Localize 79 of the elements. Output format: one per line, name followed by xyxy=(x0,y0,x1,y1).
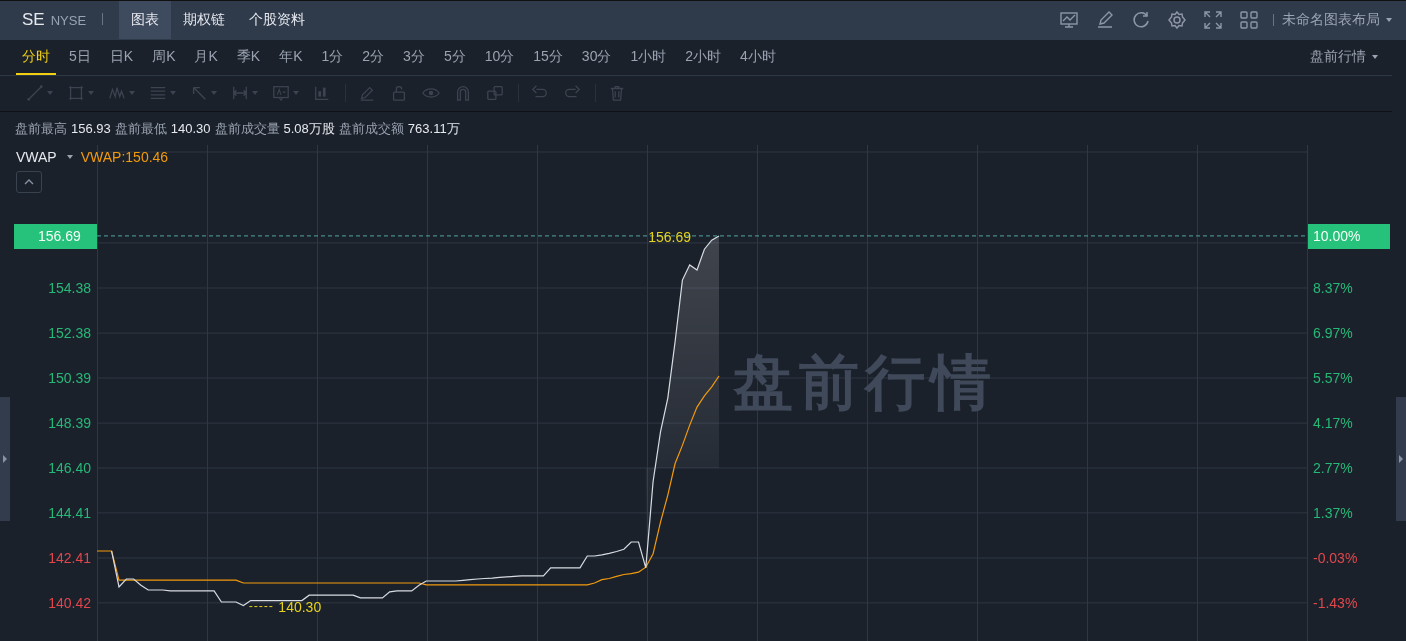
stat-label: 盘前成交额 xyxy=(338,119,404,138)
caret-icon xyxy=(1386,18,1392,23)
stat-value: 156.93 xyxy=(71,121,111,137)
collapse-button[interactable] xyxy=(16,171,42,193)
period-tab[interactable]: 周K xyxy=(146,39,182,75)
side-handle[interactable] xyxy=(1396,397,1406,521)
stat-value: 5.08万股 xyxy=(283,119,335,138)
percent-axis-label: 8.37% xyxy=(1313,279,1353,297)
magnet-icon[interactable] xyxy=(454,84,472,103)
pencil-icon[interactable] xyxy=(358,84,376,103)
high-price-label: 156.69 xyxy=(648,228,691,245)
period-tab[interactable]: 月K xyxy=(188,39,224,75)
chevron-up-icon xyxy=(24,179,34,185)
monitor-chart-icon[interactable] xyxy=(1059,10,1079,31)
rectangle-tool-icon[interactable] xyxy=(67,84,85,103)
session-menu[interactable]: 盘前行情 xyxy=(1310,48,1378,67)
percent-axis-label: -0.03% xyxy=(1313,549,1358,567)
period-tab[interactable]: 10分 xyxy=(478,39,521,75)
exchange-label: NYSE xyxy=(50,13,87,29)
period-tab[interactable]: 1小时 xyxy=(624,39,673,75)
period-tab[interactable]: 5日 xyxy=(63,39,97,75)
nav-tab[interactable]: 期权链 xyxy=(171,1,238,40)
layers-icon[interactable] xyxy=(486,84,504,103)
trash-icon[interactable] xyxy=(608,84,626,103)
percent-axis-label: 6.97% xyxy=(1313,324,1353,343)
lock-icon[interactable] xyxy=(390,84,408,103)
pencil-edit-icon[interactable] xyxy=(1095,10,1115,31)
stat-label: 盘前最低 xyxy=(114,119,167,138)
low-price-label: 140.30 xyxy=(278,598,322,615)
grid-layout-icon[interactable] xyxy=(1239,10,1259,31)
refresh-icon[interactable] xyxy=(1131,10,1151,31)
price-axis-label: 154.38 xyxy=(48,279,91,297)
period-tab[interactable]: 15分 xyxy=(527,39,569,75)
current-percent-tag: 10.00% xyxy=(1308,223,1390,249)
period-tab[interactable]: 2小时 xyxy=(679,39,728,75)
settings-icon[interactable] xyxy=(1167,10,1187,31)
percent-axis-label: 2.77% xyxy=(1313,459,1353,477)
side-handle[interactable] xyxy=(0,397,10,521)
price-axis-label: 140.42 xyxy=(48,593,91,612)
period-tab[interactable]: 2分 xyxy=(356,39,391,75)
stat-value: 763.11万 xyxy=(407,119,460,138)
price-axis-label: 148.39 xyxy=(48,414,91,433)
fullscreen-icon[interactable] xyxy=(1203,10,1223,31)
period-tab[interactable]: 1分 xyxy=(315,39,350,75)
indicator-menu[interactable]: VWAP xyxy=(16,149,73,165)
line-tool-icon[interactable] xyxy=(26,84,44,103)
period-tab[interactable]: 4小时 xyxy=(734,39,782,75)
stat-label: 盘前最高 xyxy=(15,119,67,138)
indicator-value: VWAP:150.46 xyxy=(80,149,169,165)
stat-value: 140.30 xyxy=(170,121,211,137)
period-tab[interactable]: 季K xyxy=(230,39,267,75)
current-price-tag: 156.69 xyxy=(14,223,97,249)
caret-icon xyxy=(1372,55,1378,60)
period-tab[interactable]: 30分 xyxy=(575,39,618,75)
stock-symbol: SE xyxy=(22,10,45,31)
stat-label: 盘前成交量 xyxy=(214,119,280,138)
period-tab[interactable]: 3分 xyxy=(397,39,431,75)
period-tab[interactable]: 日K xyxy=(103,39,140,75)
leader-line xyxy=(248,606,274,608)
period-tab[interactable]: 年K xyxy=(273,39,309,75)
price-axis-label: 144.41 xyxy=(48,503,91,522)
price-axis-label: 150.39 xyxy=(48,369,91,387)
percent-axis-label: -1.43% xyxy=(1313,593,1358,612)
price-axis-label: 142.41 xyxy=(48,549,91,567)
bar-chart-icon[interactable] xyxy=(313,84,331,103)
nav-tab[interactable]: 图表 xyxy=(119,1,172,40)
percent-axis-label: 1.37% xyxy=(1313,503,1353,522)
price-axis-label: 146.40 xyxy=(48,459,91,477)
expand-icon xyxy=(1398,455,1404,463)
percent-axis-label: 5.57% xyxy=(1313,369,1353,387)
period-tab[interactable]: 5分 xyxy=(437,39,472,75)
period-tab[interactable]: 分时 xyxy=(16,39,56,75)
caret-icon xyxy=(66,155,73,159)
percent-axis-label: 4.17% xyxy=(1313,414,1353,433)
expand-icon xyxy=(2,455,8,463)
price-axis-label: 152.38 xyxy=(48,324,91,343)
nav-tab[interactable]: 个股资料 xyxy=(237,1,318,40)
layout-menu[interactable]: 未命名图表布局 xyxy=(1282,11,1392,30)
text-tool-icon[interactable] xyxy=(272,84,290,103)
